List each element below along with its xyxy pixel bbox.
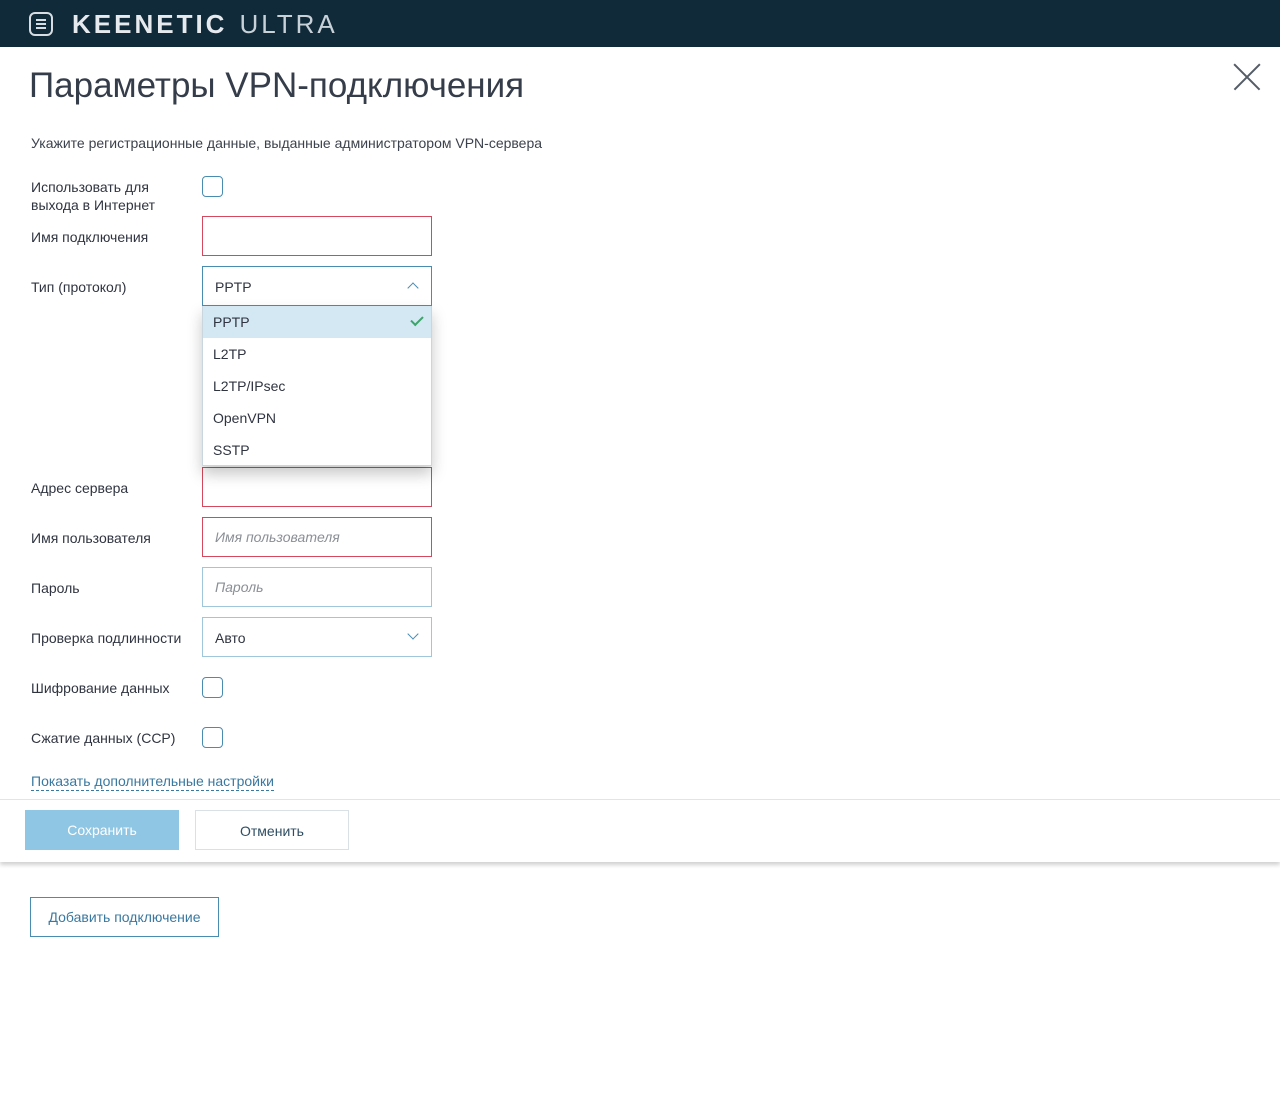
type-option-label: PPTP <box>213 314 250 330</box>
page-title: Параметры VPN-подключения <box>29 66 525 105</box>
compression-label: Сжатие данных (CCP) <box>31 730 176 746</box>
encryption-label: Шифрование данных <box>31 680 170 696</box>
encryption-checkbox[interactable] <box>202 677 223 698</box>
server-address-input[interactable] <box>202 467 432 507</box>
top-bar: KEENETIC ULTRA <box>0 0 1280 47</box>
dialog-subtitle: Укажите регистрационные данные, выданные… <box>31 135 543 151</box>
password-label: Пароль <box>31 580 80 596</box>
menu-icon[interactable] <box>29 12 53 36</box>
server-address-label: Адрес сервера <box>31 480 129 496</box>
type-select[interactable]: PPTP <box>202 266 432 306</box>
show-more-settings-link[interactable]: Показать дополнительные настройки <box>31 773 274 791</box>
save-button[interactable]: Сохранить <box>25 810 179 850</box>
type-option-pptp[interactable]: PPTP <box>203 306 431 338</box>
auth-select[interactable]: Авто <box>202 617 432 657</box>
chevron-up-icon <box>407 282 419 294</box>
type-option-label: L2TP <box>213 346 247 362</box>
type-selected-value: PPTP <box>215 279 252 295</box>
check-icon <box>410 312 424 327</box>
brand-logo: KEENETIC ULTRA <box>72 9 338 39</box>
auth-label: Проверка подлинности <box>31 630 182 646</box>
connection-name-label: Имя подключения <box>31 229 149 245</box>
divider <box>0 799 1280 800</box>
brand-primary: KEENETIC <box>72 9 228 39</box>
add-connection-button[interactable]: Добавить подключение <box>30 897 219 937</box>
chevron-down-icon <box>407 628 419 640</box>
type-label: Тип (протокол) <box>31 279 127 295</box>
type-option-openvpn[interactable]: OpenVPN <box>203 402 431 434</box>
auth-selected-value: Авто <box>215 630 246 646</box>
type-option-label: OpenVPN <box>213 410 277 426</box>
type-dropdown: PPTP L2TP L2TP/IPsec OpenVPN SSTP <box>202 306 432 466</box>
use-for-internet-checkbox[interactable] <box>202 176 223 197</box>
type-option-sstp[interactable]: SSTP <box>203 434 431 466</box>
username-input[interactable] <box>202 517 432 557</box>
brand-secondary: ULTRA <box>239 9 338 39</box>
password-input[interactable] <box>202 567 432 607</box>
connection-name-input[interactable] <box>202 216 432 256</box>
type-option-l2tp-ipsec[interactable]: L2TP/IPsec <box>203 370 431 402</box>
type-option-label: SSTP <box>213 442 250 458</box>
use-for-internet-label: Использовать для выхода в Интернет <box>31 179 156 213</box>
compression-checkbox[interactable] <box>202 727 223 748</box>
close-icon[interactable] <box>1233 63 1261 91</box>
username-label: Имя пользователя <box>31 530 151 546</box>
type-option-label: L2TP/IPsec <box>213 378 286 394</box>
type-option-l2tp[interactable]: L2TP <box>203 338 431 370</box>
cancel-button[interactable]: Отменить <box>195 810 349 850</box>
